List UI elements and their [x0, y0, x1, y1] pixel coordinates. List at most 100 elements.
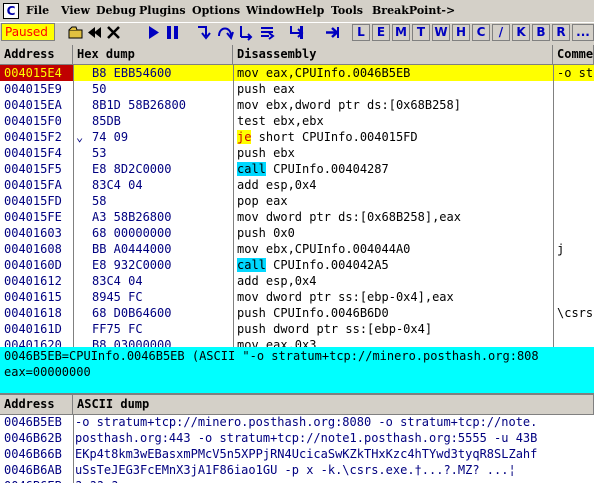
disasm-row[interactable]: 004015E4 B8 EBB54600 mov eax,CPUInfo.0046B… — [0, 65, 594, 81]
trace-into-icon[interactable] — [238, 24, 255, 41]
menu-breakpoint[interactable]: BreakPoint-> — [372, 4, 455, 17]
disasm-row[interactable]: 004015FD 58 pop eax — [0, 193, 594, 209]
dump-row-ascii: posthash.org:443 -o stratum+tcp://note1.… — [75, 431, 538, 445]
row-disassembly: mov eax,0x3 — [237, 338, 317, 347]
step-into-icon[interactable] — [196, 24, 213, 41]
column-header-comment[interactable]: Comme — [553, 45, 594, 65]
row-address: 00401615 — [4, 290, 62, 304]
row-hex: 68 D0B64600 — [92, 306, 172, 320]
menu-help[interactable]: Help — [295, 4, 324, 17]
run-trace-window-button[interactable]: ... — [572, 24, 594, 41]
call-stack-window-button[interactable]: K — [512, 24, 530, 41]
disasm-row[interactable]: 00401612 83C4 04 add esp,0x4 — [0, 273, 594, 289]
row-hex: FF75 FC — [92, 322, 143, 336]
threads-window-button[interactable]: T — [412, 24, 430, 41]
row-address: 004015E4 — [0, 65, 73, 81]
dump-row[interactable]: 0046B62B posthash.org:443 -o stratum+tcp:… — [0, 430, 594, 446]
disasm-row[interactable]: 004015FE A3 58B26800 mov dword ptr ds:[0x6… — [0, 209, 594, 225]
row-disassembly: mov eax,CPUInfo.0046B5EB — [237, 66, 411, 80]
disasm-row[interactable]: 004015FA 83C4 04 add esp,0x4 — [0, 177, 594, 193]
run-icon[interactable] — [145, 24, 162, 41]
row-disassembly: test ebx,ebx — [237, 114, 324, 128]
row-address: 00401612 — [4, 274, 62, 288]
row-disassembly: push CPUInfo.0046B6D0 — [237, 306, 389, 320]
disasm-row[interactable]: 00401603 68 00000000 push 0x0 — [0, 225, 594, 241]
rewind-icon[interactable] — [86, 24, 103, 41]
go-to-icon[interactable] — [324, 24, 341, 41]
dump-row[interactable]: 0046B66B EKp4t8km3wEBasxmPMcV5n5XPPjRN4Uc… — [0, 446, 594, 462]
disasm-row[interactable]: 004015EA 8B1D 58B26800 mov ebx,dword ptr d… — [0, 97, 594, 113]
menu-options[interactable]: Options — [192, 4, 240, 17]
menu-plugins[interactable]: Plugins — [139, 4, 186, 17]
disasm-row[interactable]: 0040160D E8 932C0000 call CPUInfo.004042A5 — [0, 257, 594, 273]
row-hex: 83C4 04 — [92, 274, 143, 288]
log-window-button[interactable]: L — [352, 24, 370, 41]
row-address: 00401618 — [4, 306, 62, 320]
row-address: 00401608 — [4, 242, 62, 256]
column-separator[interactable] — [73, 414, 74, 483]
windows-window-button[interactable]: W — [432, 24, 450, 41]
memory-window-button[interactable]: M — [392, 24, 410, 41]
row-hex: 50 — [92, 82, 107, 96]
dump-row-ascii: uSsTeJEG3FcEMnX3jA1F86iao1GU -p x -k.\cs… — [75, 463, 516, 477]
dump-row-ascii: EKp4t8km3wEBasxmPMcV5n5XPPjRN4UcicaSwKZk… — [75, 447, 538, 461]
dump-pane[interactable]: Address ASCII dump 0046B5EB -o stratum+tc… — [0, 393, 594, 483]
column-header-disassembly[interactable]: Disassembly — [233, 45, 553, 65]
trace-over-icon[interactable] — [259, 24, 276, 41]
column-header-address[interactable]: Address — [0, 45, 73, 65]
disasm-row[interactable]: 004015E9 50 push eax — [0, 81, 594, 97]
disasm-row[interactable]: 004015F4 53 push ebx — [0, 145, 594, 161]
dump-header-ascii[interactable]: ASCII dump — [73, 395, 594, 415]
dump-row[interactable]: 0046B5EB -o stratum+tcp://minero.posthash… — [0, 414, 594, 430]
row-hex: E8 8D2C0000 — [92, 162, 172, 176]
menu-view[interactable]: View — [61, 4, 90, 17]
menu-debug[interactable]: Debug — [96, 4, 136, 17]
dump-row[interactable]: 0046B6AB uSsTeJEG3FcEMnX3jA1F86iao1GU -p … — [0, 462, 594, 478]
row-hex: 58 — [92, 194, 107, 208]
disasm-row[interactable]: 00401608 BB A0444000 mov ebx,CPUInfo.00404… — [0, 241, 594, 257]
column-separator[interactable] — [553, 65, 554, 347]
pause-icon[interactable] — [164, 24, 181, 41]
row-disassembly: mov ebx,dword ptr ds:[0x68B258] — [237, 98, 461, 112]
row-hex: 53 — [92, 146, 107, 160]
dump-header-address[interactable]: Address — [0, 395, 73, 415]
disasm-row[interactable]: 00401615 8945 FC mov dword ptr ss:[ebp-0x4… — [0, 289, 594, 305]
step-over-icon[interactable] — [217, 24, 234, 41]
disasm-row[interactable]: 00401620 B8 03000000 mov eax,0x3 — [0, 337, 594, 347]
column-separator[interactable] — [233, 65, 234, 347]
breakpoints-window-button[interactable]: B — [532, 24, 550, 41]
row-disassembly: call CPUInfo.004042A5 — [237, 257, 389, 273]
instruction-keyword: call — [237, 162, 266, 176]
disasm-row[interactable]: 004015F5 E8 8D2C0000 call CPUInfo.00404287 — [0, 161, 594, 177]
app-icon[interactable]: C — [3, 3, 19, 19]
execute-till-return-icon[interactable] — [288, 24, 305, 41]
cpu-window-button[interactable]: C — [472, 24, 490, 41]
menu-window[interactable]: Window — [246, 4, 295, 17]
disassembly-pane[interactable]: Address Hex dump Disassembly Comme 00401… — [0, 45, 594, 347]
references-window-button[interactable]: R — [552, 24, 570, 41]
row-disassembly: add esp,0x4 — [237, 274, 317, 288]
open-icon[interactable] — [67, 24, 84, 41]
dump-row-address: 0046B6AB — [4, 463, 62, 477]
handles-window-button[interactable]: H — [452, 24, 470, 41]
column-separator[interactable] — [73, 65, 74, 347]
disasm-row[interactable]: 00401618 68 D0B64600 push CPUInfo.0046B6D0… — [0, 305, 594, 321]
column-header-hex-dump[interactable]: Hex dump — [73, 45, 233, 65]
dump-row-address: 0046B62B — [4, 431, 62, 445]
disasm-row[interactable]: 004015F2 ⌄ 74 09 je short CPUInfo.004015FD — [0, 129, 594, 145]
dump-row-address: 0046B66B — [4, 447, 62, 461]
dump-row[interactable]: 0046B6EB ? ?? ? — [0, 478, 594, 483]
patches-window-button[interactable]: / — [492, 24, 510, 41]
row-hex: A3 58B26800 — [92, 210, 172, 224]
disasm-row[interactable]: 0040161D FF75 FC push dword ptr ss:[ebp-0x… — [0, 321, 594, 337]
row-address: 0040161D — [4, 322, 62, 336]
instruction-operands: short CPUInfo.004015FD — [251, 130, 418, 144]
menu-tools[interactable]: Tools — [331, 4, 363, 17]
row-hex: B8 03000000 — [92, 338, 172, 347]
menu-file[interactable]: File — [26, 4, 49, 17]
row-address: 004015F0 — [4, 114, 62, 128]
close-icon[interactable] — [105, 24, 122, 41]
modules-window-button[interactable]: E — [372, 24, 390, 41]
disasm-row[interactable]: 004015F0 85DB test ebx,ebx — [0, 113, 594, 129]
row-disassembly: call CPUInfo.00404287 — [237, 161, 389, 177]
